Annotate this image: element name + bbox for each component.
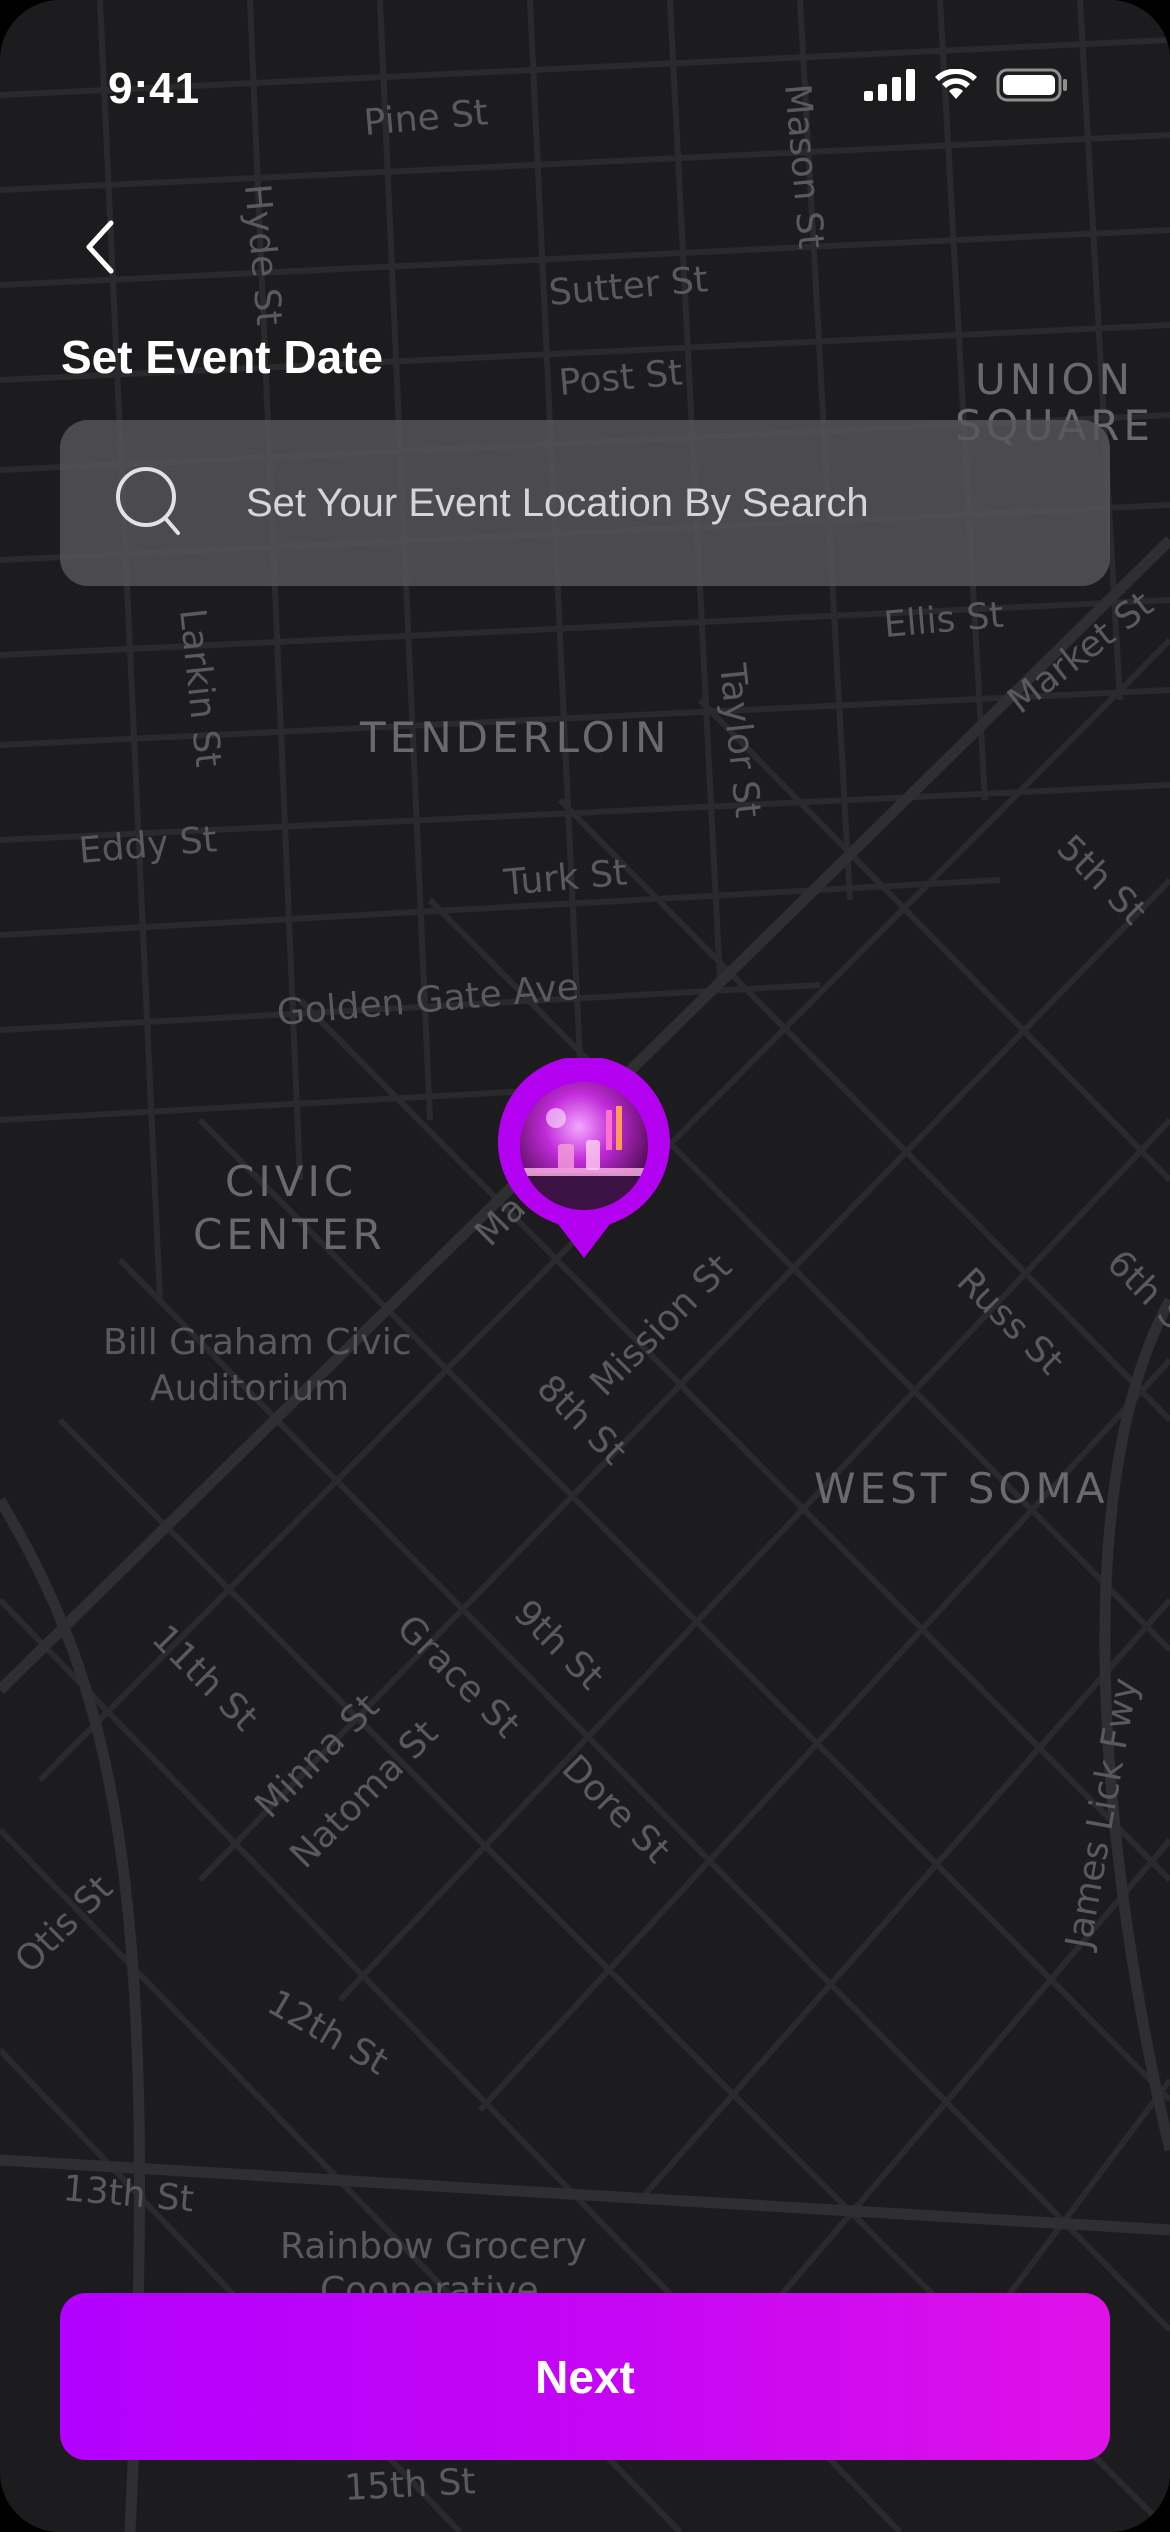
location-search-bar[interactable] [60, 420, 1110, 586]
district-label: TENDERLOIN [359, 713, 670, 762]
street-label: 15th St [343, 2461, 476, 2509]
district-label: CIVIC [225, 1157, 357, 1206]
chevron-left-icon [86, 220, 114, 274]
wifi-icon [935, 69, 977, 99]
page-title: Set Event Date [61, 331, 384, 383]
location-pin-marker[interactable] [496, 1058, 672, 1268]
district-label: WEST SOMA [814, 1464, 1108, 1513]
status-bar: 9:41 [0, 0, 1170, 140]
next-button[interactable]: Next [60, 2293, 1110, 2460]
phone-screen: TENDERLOIN CIVIC CENTER WEST SOMA UNION … [0, 0, 1170, 2532]
district-label: UNION [975, 355, 1134, 404]
battery-icon [996, 68, 1067, 102]
landmark-label: Rainbow Grocery [280, 2226, 587, 2267]
landmark-label: Bill Graham Civic [103, 1322, 412, 1363]
district-label: CENTER [193, 1210, 386, 1259]
status-icons [864, 68, 1068, 102]
location-search-input[interactable] [244, 479, 1068, 527]
status-time: 9:41 [108, 64, 201, 113]
cellular-signal-icon [864, 69, 915, 101]
landmark-label: Auditorium [150, 1368, 349, 1409]
search-icon [116, 467, 180, 535]
back-button[interactable] [70, 212, 130, 282]
